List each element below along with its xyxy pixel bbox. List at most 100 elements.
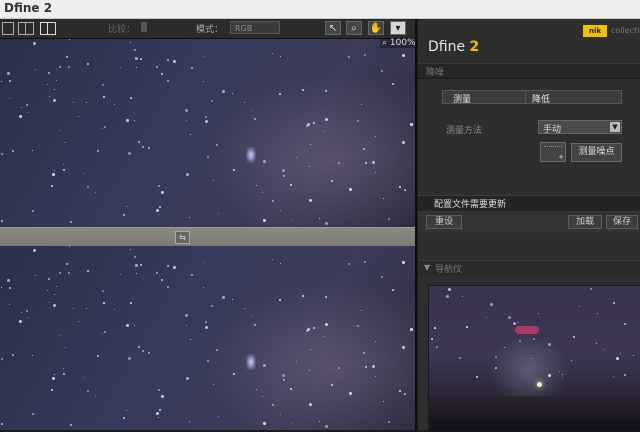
star: [252, 110, 253, 111]
load-button[interactable]: 加载: [568, 215, 602, 229]
save-button[interactable]: 保存: [606, 215, 638, 229]
star: [54, 170, 55, 171]
star: [262, 396, 263, 397]
hand-tool-icon[interactable]: ✋: [368, 21, 384, 35]
star: [519, 340, 521, 342]
preview-after[interactable]: [0, 246, 417, 430]
star: [392, 289, 394, 291]
mode-select[interactable]: RGB: [230, 21, 280, 34]
split-view-icon[interactable]: [18, 22, 34, 35]
split-divider[interactable]: ⇆: [0, 227, 417, 248]
side-by-side-view-icon[interactable]: [40, 22, 56, 35]
control-panel: nik collection Dfine 2 降噪 测量 降低 测量方法 手动 …: [418, 19, 640, 432]
star: [633, 355, 634, 356]
star: [54, 294, 55, 295]
star: [12, 354, 14, 356]
navigator-header[interactable]: ▼ 导航仪: [418, 260, 640, 275]
star: [21, 107, 22, 108]
star: [21, 312, 22, 313]
zoom-tool-icon[interactable]: ⌕: [346, 21, 362, 35]
zoom-level: ⌕ 100%: [380, 38, 418, 48]
section-reduce-header[interactable]: 降噪: [418, 63, 640, 79]
star: [7, 279, 10, 282]
star: [256, 389, 257, 390]
profile-status: 配置文件需要更新: [418, 195, 640, 211]
compare-swatch[interactable]: [141, 22, 147, 32]
star: [32, 150, 33, 151]
star: [49, 302, 50, 303]
star: [616, 357, 619, 360]
star: [254, 324, 256, 326]
star: [95, 192, 96, 193]
mode-label: 模式：: [196, 25, 224, 35]
star: [134, 49, 136, 51]
star: [348, 56, 350, 58]
star: [1, 358, 3, 360]
star: [562, 374, 563, 375]
reset-button[interactable]: 重设: [426, 215, 462, 229]
star: [142, 146, 144, 148]
star: [128, 152, 131, 155]
compare-label: 比较：: [108, 25, 136, 35]
swap-icon[interactable]: ⇆: [175, 231, 190, 244]
star: [120, 67, 121, 68]
star: [140, 264, 142, 266]
star: [1, 81, 2, 82]
star: [459, 357, 461, 359]
star: [280, 414, 281, 415]
star: [325, 222, 328, 225]
star: [508, 316, 511, 319]
single-view-icon[interactable]: [2, 22, 14, 35]
star: [158, 389, 160, 391]
star-cluster: [246, 147, 256, 163]
star: [533, 338, 535, 340]
dropper-tool-icon[interactable]: ▾: [390, 21, 406, 35]
preview-before[interactable]: [0, 39, 417, 227]
add-measure-point-button[interactable]: +: [540, 142, 566, 162]
tab-measure[interactable]: 测量: [453, 92, 471, 105]
star: [323, 131, 324, 132]
star: [207, 156, 209, 158]
star: [244, 308, 245, 309]
measure-noise-button[interactable]: 测量噪点: [571, 143, 622, 162]
star: [448, 288, 451, 291]
navigator-thumbnail[interactable]: [428, 285, 640, 432]
star: [65, 142, 66, 143]
star: [434, 327, 436, 329]
star: [66, 56, 68, 58]
highlight-region: [515, 326, 539, 334]
star: [365, 366, 367, 368]
star: [597, 313, 598, 314]
star: [63, 368, 64, 369]
tab-reduce[interactable]: 降低: [532, 92, 550, 105]
star: [513, 322, 516, 325]
star: [120, 274, 121, 275]
star: [1, 153, 3, 155]
star: [309, 403, 312, 406]
star: [130, 42, 131, 43]
star: [186, 325, 187, 326]
window-title: Dfine 2: [4, 1, 53, 15]
measure-method-select[interactable]: 手动 ▼: [538, 120, 622, 135]
star: [361, 104, 362, 105]
navigator-title: 导航仪: [435, 265, 463, 275]
star: [190, 134, 191, 135]
pointer-tool-icon[interactable]: ↖: [325, 21, 341, 35]
star: [207, 360, 209, 362]
app-name: Dfine: [428, 39, 466, 55]
star: [203, 81, 204, 82]
star: [32, 210, 34, 212]
star: [63, 169, 65, 171]
star: [161, 395, 164, 398]
star: [73, 102, 74, 103]
star: [126, 324, 129, 327]
star: [161, 191, 164, 194]
star: [404, 189, 406, 191]
star: [375, 136, 376, 137]
star: [126, 119, 129, 122]
star: [87, 63, 89, 65]
star: [49, 96, 50, 97]
star: [1, 287, 2, 288]
star: [504, 347, 505, 348]
profile-buttons: 重设 加载 保存: [418, 211, 640, 233]
